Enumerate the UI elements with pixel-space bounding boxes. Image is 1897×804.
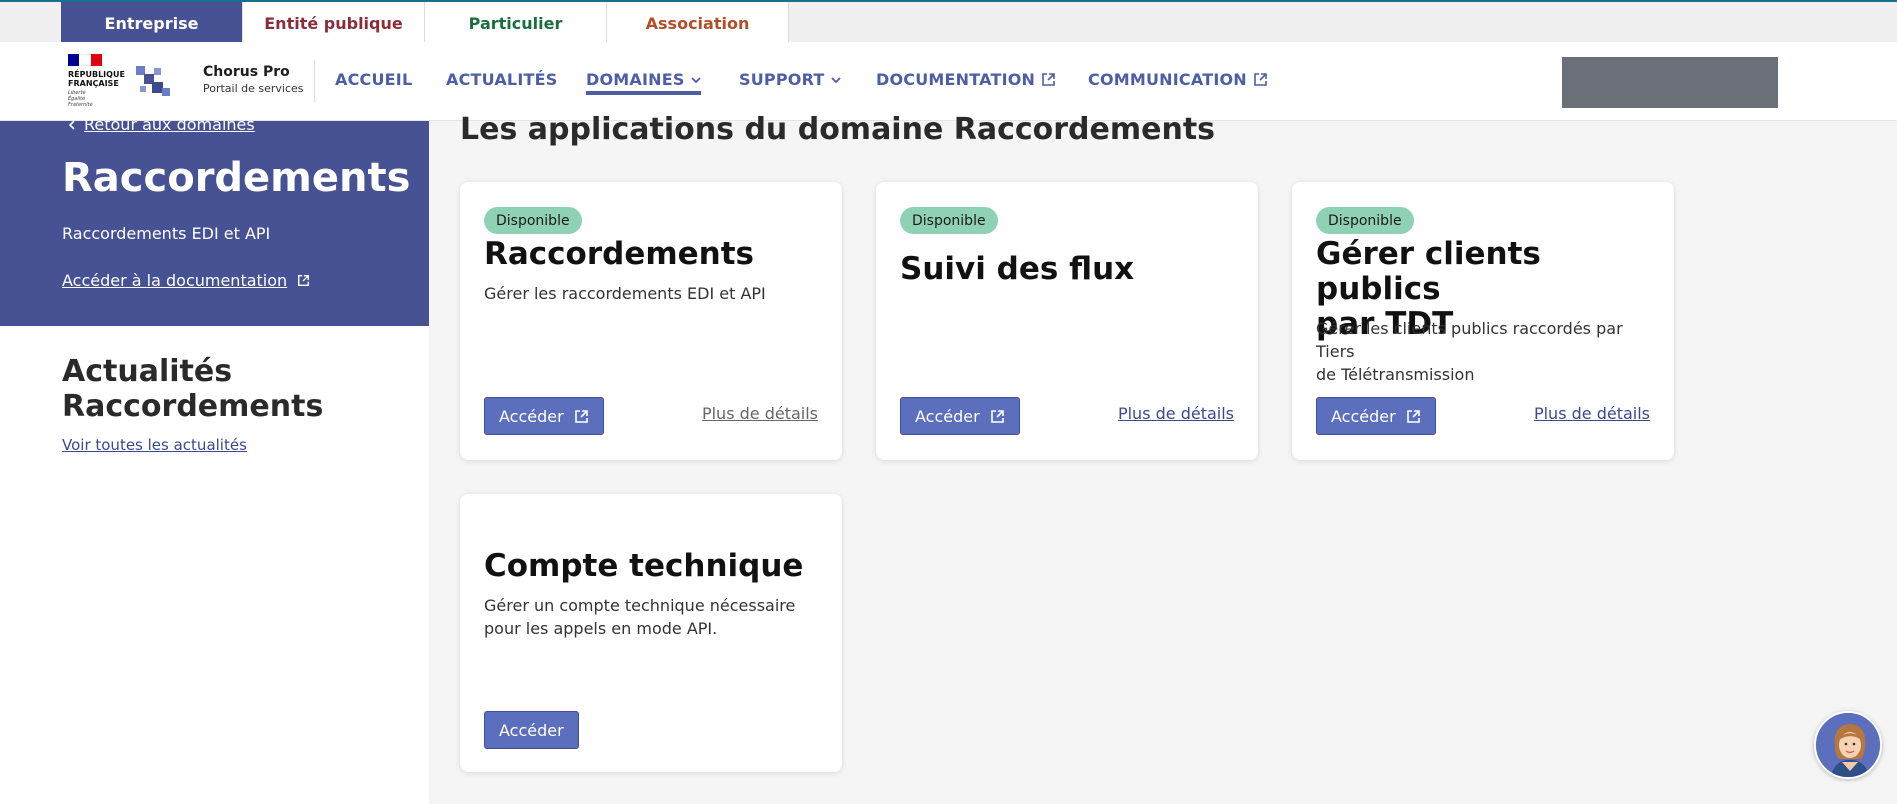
details-link[interactable]: Plus de détails: [702, 404, 818, 423]
motto-line: Fraternité: [68, 102, 93, 108]
external-link-icon: [1042, 73, 1055, 86]
external-link-icon: [1254, 73, 1267, 86]
card-description-line: Gérer les clients publics raccordés par …: [1316, 319, 1623, 361]
tab-association[interactable]: Association: [607, 2, 789, 44]
nav-communication[interactable]: COMMUNICATION: [1088, 70, 1268, 89]
details-link[interactable]: Plus de détails: [1534, 404, 1650, 423]
nav-actualites[interactable]: ACTUALITÉS: [446, 70, 557, 89]
all-news-link[interactable]: Voir toutes les actualités: [62, 436, 247, 454]
nav-label: ACCUEIL: [335, 70, 413, 89]
nav-label: ACTUALITÉS: [446, 70, 558, 89]
nav-documentation[interactable]: DOCUMENTATION: [876, 70, 1056, 89]
card-title: Compte technique: [484, 548, 804, 584]
access-button[interactable]: Accéder: [1316, 397, 1436, 435]
news-title-line: Actualités: [62, 354, 233, 389]
tab-particulier[interactable]: Particulier: [425, 2, 607, 44]
republique-francaise-logo[interactable]: RÉPUBLIQUE FRANÇAISE Liberté Égalité Fra…: [68, 54, 128, 112]
domain-description: Raccordements EDI et API: [62, 224, 271, 243]
app-card-compte-technique: Compte technique Gérer un compte techniq…: [460, 494, 842, 772]
button-label: Accéder: [499, 720, 564, 740]
republic-text: RÉPUBLIQUE FRANÇAISE: [68, 70, 128, 88]
tab-label: Entreprise: [104, 13, 199, 33]
documentation-link-label: Accéder à la documentation: [62, 271, 288, 290]
chevron-down-icon: [690, 76, 701, 83]
news-title: Actualités Raccordements: [62, 354, 323, 424]
chevron-down-icon: [830, 76, 841, 83]
news-panel: Actualités Raccordements Voir toutes les…: [0, 326, 429, 804]
button-label: Accéder: [915, 406, 980, 426]
documentation-link[interactable]: Accéder à la documentation: [62, 271, 310, 290]
chorus-pro-logo-icon[interactable]: [134, 62, 174, 102]
nav-label: DOCUMENTATION: [876, 70, 1036, 89]
assistant-avatar-icon: [1816, 713, 1880, 777]
status-badge: Disponible: [484, 207, 582, 234]
external-link-icon: [574, 409, 588, 423]
chat-assistant-button[interactable]: [1814, 711, 1882, 779]
app-card-raccordements: Disponible Raccordements Gérer les racco…: [460, 182, 842, 460]
site-header: RÉPUBLIQUE FRANÇAISE Liberté Égalité Fra…: [0, 42, 1897, 121]
tab-label: Association: [645, 13, 750, 33]
nav-domaines[interactable]: DOMAINES: [586, 70, 701, 95]
status-badge: Disponible: [1316, 207, 1414, 234]
nav-label: SUPPORT: [739, 70, 825, 89]
nav-label: DOMAINES: [586, 70, 685, 89]
nav-support[interactable]: SUPPORT: [739, 70, 841, 89]
app-card-clients-publics-tdt: Disponible Gérer clients publics par TDT…: [1292, 182, 1674, 460]
card-description: Gérer un compte technique nécessaire pou…: [484, 594, 834, 640]
card-title-line: Gérer clients publics: [1316, 236, 1541, 307]
tab-label: Entité publique: [264, 13, 403, 33]
nav-label: COMMUNICATION: [1088, 70, 1247, 89]
card-description: Gérer les raccordements EDI et API: [484, 284, 766, 303]
republic-motto: Liberté Égalité Fraternité: [68, 90, 128, 108]
domain-hero: Retour aux domaines Raccordements Raccor…: [0, 115, 429, 326]
republic-line: RÉPUBLIQUE: [68, 70, 125, 79]
card-description-line: de Télétransmission: [1316, 365, 1475, 384]
card-description: Gérer les clients publics raccordés par …: [1316, 317, 1666, 386]
access-button[interactable]: Accéder: [484, 711, 579, 749]
chevron-left-icon: [68, 119, 75, 130]
access-button[interactable]: Accéder: [484, 397, 604, 435]
external-link-icon: [298, 275, 310, 286]
french-flag-icon: [68, 54, 102, 66]
tab-entreprise[interactable]: Entreprise: [61, 2, 243, 50]
back-to-domains-link[interactable]: Retour aux domaines: [68, 115, 255, 134]
tab-label: Particulier: [468, 13, 563, 33]
nav-accueil[interactable]: ACCUEIL: [335, 70, 412, 89]
card-description-line: Gérer un compte technique nécessaire: [484, 596, 796, 615]
header-divider: [314, 60, 315, 102]
card-description-line: pour les appels en mode API.: [484, 619, 718, 638]
brand-title: Chorus Pro: [203, 64, 290, 80]
domain-title: Raccordements: [62, 155, 411, 201]
tab-entite-publique[interactable]: Entité publique: [243, 2, 425, 44]
app-card-suivi-flux: Disponible Suivi des flux Accéder Plus d…: [876, 182, 1258, 460]
card-title: Suivi des flux: [900, 251, 1135, 287]
account-button[interactable]: [1562, 57, 1778, 108]
news-title-line: Raccordements: [62, 389, 324, 424]
external-link-icon: [990, 409, 1004, 423]
details-link[interactable]: Plus de détails: [1118, 404, 1234, 423]
page-title: Les applications du domaine Raccordement…: [460, 112, 1216, 147]
brand-subtitle: Portail de services: [203, 82, 304, 95]
access-button[interactable]: Accéder: [900, 397, 1020, 435]
republic-line: FRANÇAISE: [68, 79, 119, 88]
back-link-label: Retour aux domaines: [84, 115, 255, 134]
card-title: Raccordements: [484, 236, 755, 272]
status-badge: Disponible: [900, 207, 998, 234]
button-label: Accéder: [499, 406, 564, 426]
audience-tab-bar: Entreprise Entité publique Particulier A…: [0, 0, 1897, 50]
external-link-icon: [1406, 409, 1420, 423]
button-label: Accéder: [1331, 406, 1396, 426]
